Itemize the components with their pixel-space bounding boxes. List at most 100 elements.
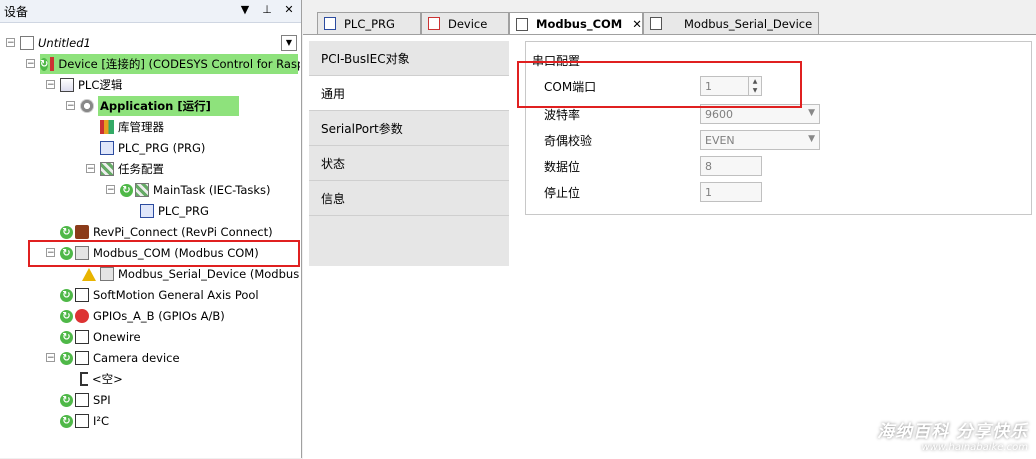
expand-camera-device[interactable]: −	[46, 353, 55, 363]
tree-item-label: PLC逻辑	[78, 78, 123, 92]
warning-icon	[82, 267, 96, 281]
module-icon	[75, 246, 89, 260]
connected-status-icon: ↻	[60, 330, 73, 344]
watermark-line2: www.hainabaike.com	[921, 442, 1028, 453]
device-icon	[428, 17, 440, 30]
data-bits-input[interactable]: 8	[700, 156, 762, 176]
field-label: 停止位	[544, 185, 581, 200]
expand-untitled1[interactable]: −	[6, 38, 15, 48]
tree-item-label: Onewire	[93, 330, 141, 344]
gpio-icon	[75, 309, 89, 323]
connected-status-icon: ↻	[60, 309, 73, 323]
tree-item-library-manager[interactable]: 库管理器	[100, 117, 164, 137]
tree-item-device[interactable]: ↻ Device [连接的] (CODESYS Control for Rasp…	[40, 54, 300, 74]
panel-menu-icon[interactable]: ▼	[239, 3, 251, 16]
connected-status-icon: ↻	[60, 393, 73, 407]
library-icon	[100, 120, 114, 134]
tree-item-untitled1[interactable]: Untitled1	[20, 33, 91, 53]
baud-rate-value: 9600	[705, 107, 733, 121]
expand-modbus-com[interactable]: −	[46, 248, 55, 258]
pin-icon[interactable]: ⊥	[261, 3, 273, 16]
connected-status-icon: ↻	[60, 414, 73, 428]
parity-dropdown[interactable]: EVEN ▼	[700, 130, 820, 150]
tree-item-task-config[interactable]: 任务配置	[100, 159, 164, 179]
side-tab-filler	[309, 216, 509, 266]
tab-close-icon[interactable]: ✕	[632, 17, 642, 31]
tree-item-application[interactable]: Application [运行]	[80, 96, 239, 116]
side-tab-label: 通用	[321, 86, 346, 101]
side-tab-serialport-params[interactable]: SerialPort参数	[309, 111, 509, 146]
parity-value: EVEN	[705, 133, 735, 147]
revpi-icon	[75, 225, 89, 239]
tree-item-label: PLC_PRG (PRG)	[118, 141, 206, 155]
side-tab-info[interactable]: 信息	[309, 181, 509, 216]
tree-item-modbus-com[interactable]: ↻ Modbus_COM (Modbus COM)	[60, 243, 259, 263]
axis-icon	[75, 288, 89, 302]
connected-status-icon: ↻	[40, 57, 49, 71]
tab-modbus-com[interactable]: Modbus_COM ✕	[509, 12, 643, 35]
tree-item-revpi-connect[interactable]: ↻ RevPi_Connect (RevPi Connect)	[60, 222, 273, 242]
side-tab-label: 状态	[321, 156, 346, 171]
data-bits-value: 8	[705, 159, 712, 173]
expand-maintask[interactable]: −	[106, 185, 115, 195]
tree-item-label: Modbus_COM (Modbus COM)	[93, 246, 259, 260]
field-label: 奇偶校验	[544, 133, 593, 148]
tree-item-gpios[interactable]: ↻ GPIOs_A_B (GPIOs A/B)	[60, 306, 225, 326]
tree-item-plc-prg-call[interactable]: PLC_PRG	[140, 201, 209, 221]
tree-item-axis-pool[interactable]: ↻ SoftMotion General Axis Pool	[60, 285, 259, 305]
tree-item-camera-device[interactable]: ↻ Camera device	[60, 348, 180, 368]
tab-plc-prg[interactable]: PLC_PRG	[317, 12, 421, 34]
devices-panel-header: 设备 ▼ ⊥ ✕	[0, 0, 301, 23]
expand-plc-logic[interactable]: −	[46, 80, 55, 90]
chevron-down-icon: ▼	[808, 108, 815, 118]
module-icon	[516, 17, 528, 31]
side-tab-label: SerialPort参数	[321, 121, 403, 136]
tab-modbus-serial-device[interactable]: Modbus_Serial_Device	[643, 12, 819, 34]
tree-item-onewire[interactable]: ↻ Onewire	[60, 327, 141, 347]
side-tab-general[interactable]: 通用	[309, 76, 509, 111]
connected-status-icon: ↻	[60, 351, 73, 365]
device-tree: − − − − − − − − Untitled1 ↻ Device [连接的]…	[0, 33, 300, 458]
field-label: COM端口	[544, 79, 597, 94]
field-label: 数据位	[544, 159, 581, 174]
tree-item-empty-slot[interactable]: <空>	[80, 369, 123, 389]
side-tab-status[interactable]: 状态	[309, 146, 509, 181]
connector-icon	[75, 393, 89, 407]
tree-item-label: Camera device	[93, 351, 180, 365]
tree-item-modbus-serial-device[interactable]: Modbus_Serial_Device (Modbus Serial	[82, 264, 300, 284]
tree-item-i2c[interactable]: ↻ I²C	[60, 411, 109, 431]
tree-item-label: RevPi_Connect (RevPi Connect)	[93, 225, 273, 239]
expand-device[interactable]: −	[26, 59, 35, 69]
tree-item-label: SPI	[93, 393, 111, 407]
connector-icon	[75, 330, 89, 344]
com-port-value: 1	[705, 79, 712, 93]
tree-item-label: 任务配置	[118, 162, 164, 176]
stop-bits-value: 1	[705, 185, 712, 199]
program-call-icon	[140, 204, 154, 218]
tree-item-spi[interactable]: ↻ SPI	[60, 390, 111, 410]
side-tab-pcibus-iec[interactable]: PCI-BusIEC对象	[309, 41, 509, 76]
serial-config-panel: 串口配置 COM端口 1 ▲ ▼ 波特率 9600 ▼ 奇偶校验 EVEN ▼ 数…	[525, 41, 1032, 215]
tree-item-label: Device [连接的] (CODESYS Control for Raspb	[58, 57, 300, 71]
watermark-line1: 海纳百科 分享快乐	[877, 422, 1028, 442]
baud-rate-dropdown[interactable]: 9600 ▼	[700, 104, 820, 124]
stop-bits-input[interactable]: 1	[700, 182, 762, 202]
parity-label: 奇偶校验	[544, 130, 592, 150]
device-editor: PCI-BusIEC对象 通用 SerialPort参数 状态 信息 串口配置 …	[303, 34, 1036, 459]
expand-task-config[interactable]: −	[86, 164, 95, 174]
program-icon	[100, 141, 114, 155]
tree-item-label: Modbus_Serial_Device (Modbus Serial	[118, 267, 300, 281]
tree-item-plc-prg[interactable]: PLC_PRG (PRG)	[100, 138, 205, 158]
close-icon[interactable]: ✕	[283, 3, 295, 16]
module-icon	[650, 17, 662, 30]
connected-status-icon: ↻	[60, 225, 73, 239]
spinner-arrows-icon[interactable]: ▲ ▼	[748, 77, 761, 95]
tab-device[interactable]: Device	[421, 12, 509, 34]
com-port-spinner[interactable]: 1 ▲ ▼	[700, 76, 762, 96]
task-config-icon	[100, 162, 114, 176]
tree-item-maintask[interactable]: ↻ MainTask (IEC-Tasks)	[120, 180, 271, 200]
tree-item-plc-logic[interactable]: PLC逻辑	[60, 75, 122, 95]
connected-status-icon: ↻	[60, 288, 73, 302]
expand-application[interactable]: −	[66, 101, 75, 111]
tree-item-label: SoftMotion General Axis Pool	[93, 288, 259, 302]
